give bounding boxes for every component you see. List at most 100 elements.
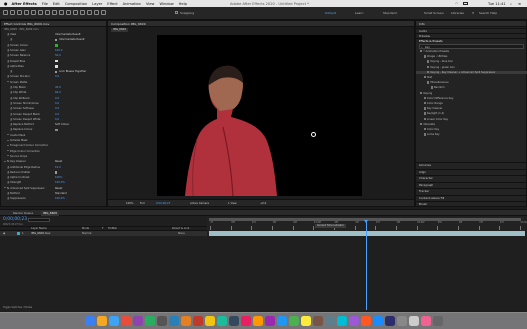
effect-row[interactable]: ◔ Intermediate Result	[1, 38, 107, 42]
effect-row[interactable]: ◔ View Intermediate Result	[1, 33, 107, 37]
puppet-tool-icon[interactable]	[101, 10, 106, 15]
disclosure-triangle-icon[interactable]	[7, 139, 9, 141]
effects-tree-item[interactable]: Text	[416, 76, 527, 80]
effect-row[interactable]: ◔ Clip Black 45.0	[1, 86, 107, 90]
selection-tool-icon[interactable]	[10, 10, 15, 15]
composition-viewer[interactable]	[157, 35, 362, 196]
effect-row[interactable]: ◔ Screen Pre-blur 0.0	[1, 75, 107, 79]
effect-row-value[interactable]: 100.0%	[55, 181, 65, 185]
effect-row-value[interactable]: 0.0	[55, 97, 59, 101]
layer-parent-select[interactable]: None	[178, 231, 185, 236]
home-icon[interactable]	[3, 10, 8, 15]
dock-app-icon[interactable]	[277, 316, 287, 326]
effect-row-value[interactable]: 100.0%	[55, 197, 65, 201]
effects-tree-item[interactable]: Random	[416, 86, 527, 90]
effect-row[interactable]: ◔ Lock Biases Together	[1, 70, 107, 74]
effect-row[interactable]: ◔ Alpha Bias	[1, 65, 107, 69]
composition-tab[interactable]: Composition IMG_6609	[108, 21, 414, 27]
roto-brush-tool-icon[interactable]	[94, 10, 99, 15]
effect-row-value[interactable]: 66.0	[55, 91, 61, 95]
menu-item-window[interactable]: Window	[160, 2, 174, 6]
effects-tree-item[interactable]: Luma Key	[416, 133, 527, 137]
effect-row[interactable]: ◔ Screen Shrink/Grow 0.0	[1, 102, 107, 106]
effect-row[interactable]: ◔ Method Standard	[1, 192, 107, 196]
menu-item-help[interactable]: Help	[179, 2, 187, 6]
effect-row[interactable]: ◔ Additional Edge Radius 10.0	[1, 166, 107, 170]
menu-item-animation[interactable]: Animation	[123, 2, 141, 6]
layer-duration-bar[interactable]	[209, 231, 525, 236]
dock-app-icon[interactable]	[325, 316, 335, 326]
effect-row[interactable]: ◔ Screen Colour	[1, 44, 107, 48]
search-icon[interactable]: ⌕	[472, 10, 474, 15]
effect-row-value[interactable]: 0.0	[55, 113, 59, 117]
effect-row-value[interactable]: 45.0	[55, 86, 61, 90]
layer-row[interactable]: ◉ 1 IMG_6609.mov Normal None	[0, 231, 207, 236]
timeline-search-field[interactable]	[28, 218, 50, 222]
effect-row[interactable]: Outside Mask	[1, 139, 107, 143]
pen-tool-icon[interactable]	[59, 10, 64, 15]
comp-footer-control[interactable]: 1 View	[228, 202, 237, 205]
effect-row-value[interactable]: Standard	[55, 192, 67, 196]
menu-item-view[interactable]: View	[146, 2, 155, 6]
dock-app-icon[interactable]	[337, 316, 347, 326]
layer-label-color[interactable]	[17, 232, 20, 235]
effect-row[interactable]: ◔ Clip Rollback 0.0	[1, 97, 107, 101]
current-timecode[interactable]: 0;00;00;23	[3, 217, 27, 222]
effect-row[interactable]: ◔ Strength 100.0%	[1, 181, 107, 185]
panel-section-brush[interactable]: Brush	[416, 201, 527, 206]
effect-row-value[interactable]: Soft Colour	[55, 123, 69, 127]
effect-row[interactable]: ◔ Replace Colour	[1, 128, 107, 132]
snapping-checkbox[interactable]	[175, 11, 178, 14]
effects-tree-item[interactable]: Keylight (1.2)	[416, 112, 527, 116]
dock-app-icon[interactable]	[157, 316, 167, 326]
clone-stamp-tool-icon[interactable]	[80, 10, 85, 15]
composition-subtab[interactable]: IMG_6609	[111, 28, 128, 32]
camera-tool-icon[interactable]	[38, 10, 43, 15]
audio-section[interactable]: Audio	[416, 28, 527, 33]
dock-app-icon[interactable]	[265, 316, 275, 326]
effect-row[interactable]: ◔ Screen Gain 100.0	[1, 49, 107, 53]
pan-behind-tool-icon[interactable]	[45, 10, 50, 15]
effect-row[interactable]: ◔ Alpha Contrast 100%	[1, 176, 107, 180]
workspace-small-screen[interactable]: Small Screen	[424, 11, 444, 15]
dock-app-icon[interactable]	[133, 316, 143, 326]
menu-item-effect[interactable]: Effect	[107, 2, 117, 6]
effects-presets-header[interactable]: Effects & Presets	[416, 38, 527, 43]
effect-row[interactable]: fx Key Cleaner Reset	[1, 160, 107, 164]
effects-tree-item[interactable]: Keying - green box	[416, 65, 527, 70]
effect-row[interactable]: ◔ Screen Despot White 0.0	[1, 118, 107, 122]
effect-row-value[interactable]: 100%	[55, 176, 62, 180]
render-queue-tab[interactable]: Render Queue	[13, 211, 33, 215]
effect-row-value[interactable]: 50.0	[55, 54, 61, 58]
dock-app-icon[interactable]	[397, 316, 407, 326]
dock-app-icon[interactable]	[85, 316, 95, 326]
effects-tree-item[interactable]: Color Range	[416, 102, 527, 106]
effect-row[interactable]: Screen Matte	[1, 81, 107, 85]
dock-app-icon[interactable]	[253, 316, 263, 326]
effect-row[interactable]: fx Advanced Spill Suppressor Reset	[1, 187, 107, 191]
layer-mode-select[interactable]: Normal	[82, 231, 91, 236]
apple-icon[interactable]: ●	[4, 1, 8, 6]
brush-tool-icon[interactable]	[73, 10, 78, 15]
menu-item-edit[interactable]: Edit	[53, 2, 60, 6]
effects-tree-item[interactable]: Color Key	[416, 128, 527, 132]
layer-name[interactable]: IMG_6609.mov	[31, 231, 50, 236]
dock-app-icon[interactable]	[301, 316, 311, 326]
dock-app-icon[interactable]	[361, 316, 371, 326]
effect-row-value[interactable]: Lock Biases Together	[59, 70, 86, 74]
effect-row-value[interactable]: 10.0	[55, 166, 61, 170]
menu-item-layer[interactable]: Layer	[92, 2, 102, 6]
color-swatch[interactable]	[55, 128, 58, 132]
comp-footer-control[interactable]: 0;00;00;23	[156, 202, 170, 205]
effect-row-value[interactable]: Intermediate Result	[59, 38, 85, 42]
dock-app-icon[interactable]	[241, 316, 251, 326]
dock-app-icon[interactable]	[205, 316, 215, 326]
workspace-standard[interactable]: Standard	[383, 11, 397, 15]
color-swatch[interactable]	[55, 44, 58, 47]
comp-footer-control[interactable]: +0.0	[260, 202, 266, 205]
dock-app-icon[interactable]	[433, 316, 443, 326]
search-help-field[interactable]: Search Help	[479, 11, 497, 15]
effects-tree-item[interactable]: Miscellaneous	[416, 81, 527, 85]
panel-section-character[interactable]: Character	[416, 175, 527, 180]
toggle-switches-modes[interactable]: Toggle Switches / Modes	[3, 306, 32, 309]
